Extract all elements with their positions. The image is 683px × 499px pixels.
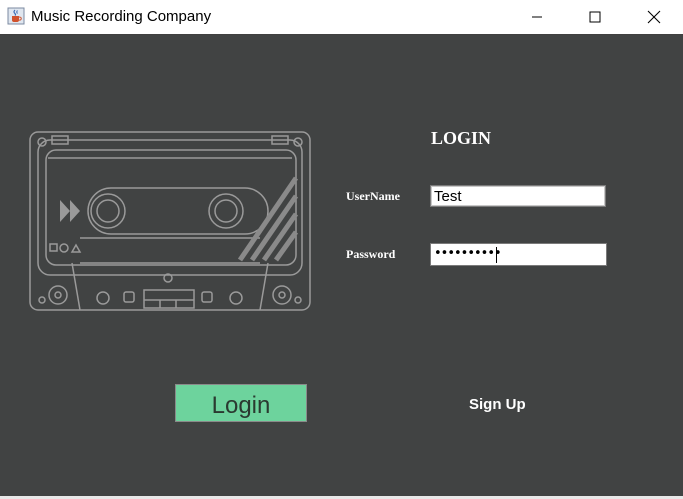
text-caret	[496, 247, 497, 263]
password-input[interactable]: ••••••••••	[430, 243, 607, 266]
window-title: Music Recording Company	[31, 8, 212, 25]
password-mask: ••••••••••	[434, 246, 502, 261]
close-icon	[647, 10, 661, 24]
minimize-button[interactable]	[514, 0, 560, 34]
username-label: UserName	[346, 189, 400, 203]
maximize-icon	[589, 11, 601, 23]
sign-up-link[interactable]: Sign Up	[469, 396, 526, 413]
title-bar: Music Recording Company	[0, 0, 683, 34]
java-cup-icon	[7, 7, 25, 25]
minimize-icon	[532, 16, 542, 18]
login-button[interactable]: Login	[175, 384, 307, 422]
cassette-tape-icon	[29, 131, 311, 311]
password-label: Password	[346, 247, 396, 261]
close-button[interactable]	[631, 0, 677, 34]
username-input[interactable]	[430, 185, 606, 207]
login-heading: LOGIN	[431, 128, 492, 148]
maximize-button[interactable]	[572, 0, 618, 34]
